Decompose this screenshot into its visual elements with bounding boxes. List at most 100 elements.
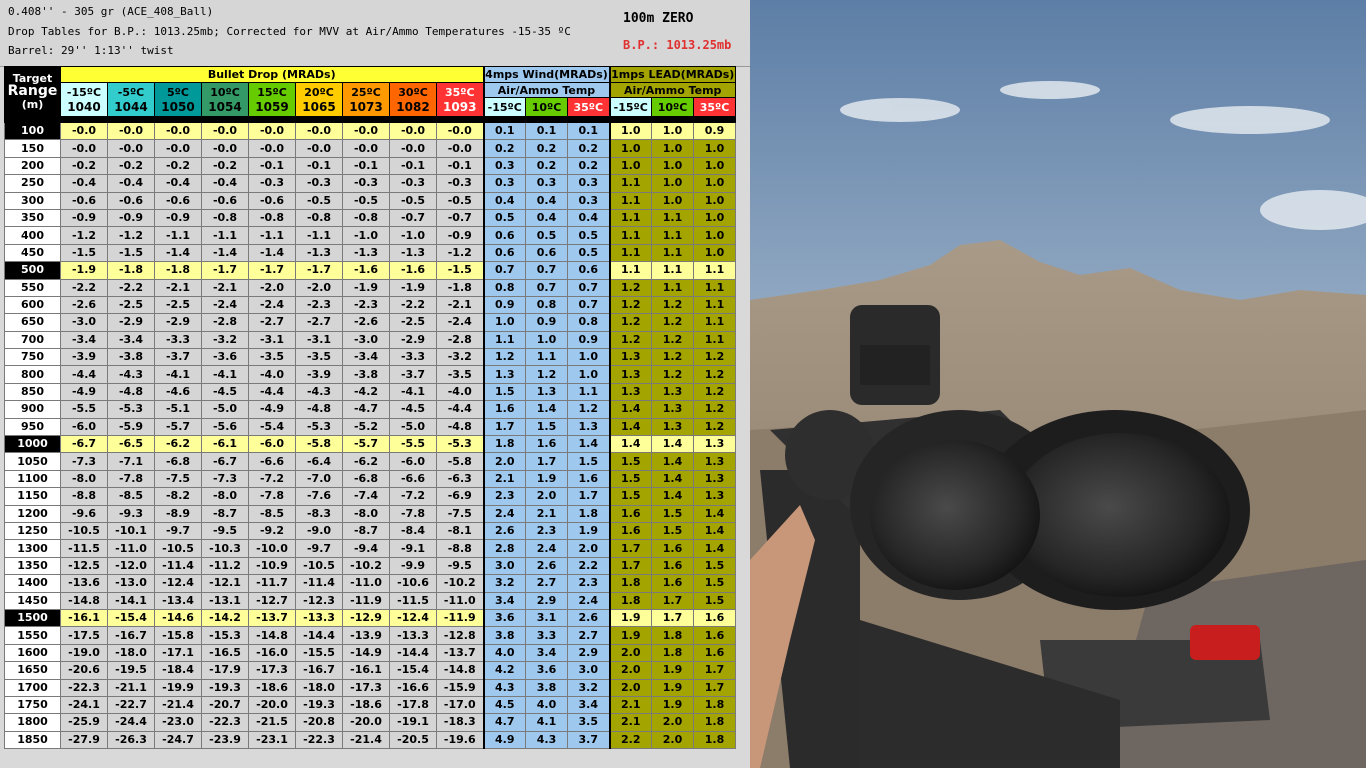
drop-cell: -3.2 <box>436 348 484 367</box>
lead-cell: 1.2 <box>608 295 652 315</box>
drop-cell: -1.0 <box>389 226 437 245</box>
wind-cell: 0.5 <box>567 243 610 263</box>
drop-cell: -0.9 <box>60 208 108 228</box>
drop-cell: -0.0 <box>201 121 249 141</box>
drop-cell: -1.9 <box>389 278 437 297</box>
drop-cell: -2.2 <box>389 295 437 315</box>
drop-cell: -13.7 <box>436 643 484 663</box>
drop-temp-label: 35ºC <box>444 85 475 99</box>
drop-cell: -8.0 <box>60 469 108 489</box>
range-cell: 750 <box>4 348 61 367</box>
drop-temp-header: 15ºC 1059 <box>248 82 296 117</box>
drop-cell: -16.5 <box>201 643 249 663</box>
range-cell: 100 <box>4 121 61 141</box>
drop-cell: -18.0 <box>107 643 155 663</box>
drop-cell: -10.6 <box>389 574 437 593</box>
muzzle-velocity-label: 1073 <box>349 99 383 114</box>
lead-cell: 1.2 <box>693 348 736 367</box>
drop-cell: -11.9 <box>436 608 484 628</box>
wind-cell: 0.7 <box>567 278 610 297</box>
lead-cell: 1.5 <box>693 591 736 610</box>
lead-cell: 1.0 <box>651 121 694 141</box>
drop-cell: -1.3 <box>389 243 437 263</box>
wind-cell: 2.3 <box>482 487 526 506</box>
range-cell: 600 <box>4 295 61 315</box>
drop-cell: -6.8 <box>154 452 202 471</box>
table-row: 950 -6.0 -5.9 -5.7 -5.6 -5.4 -5.3 -5.2 -5.0 -4.8 1… <box>4 417 736 437</box>
lead-cell: 2.0 <box>608 678 652 697</box>
drop-cell: -4.6 <box>154 382 202 402</box>
drop-cell: -17.5 <box>60 626 108 645</box>
wind-cell: 3.3 <box>525 626 568 645</box>
lead-cell: 0.9 <box>693 121 736 141</box>
wind-cell: 0.8 <box>525 295 568 315</box>
wind-cell: 3.2 <box>482 574 526 593</box>
wind-cell: 2.7 <box>567 626 610 645</box>
drop-cell: -21.5 <box>248 713 296 732</box>
lead-cell: 1.1 <box>608 261 652 280</box>
wind-cell: 1.2 <box>567 400 610 419</box>
drop-cell: -6.3 <box>436 469 484 489</box>
lead-cell: 1.7 <box>651 608 694 628</box>
wind-cell: 4.3 <box>482 678 526 697</box>
lead-cell: 1.0 <box>693 156 736 176</box>
drop-cell: -1.2 <box>436 243 484 263</box>
barometric-pressure: B.P.: 1013.25mb <box>623 38 732 52</box>
lead-cell: 1.4 <box>651 469 694 489</box>
drop-cell: -9.6 <box>60 504 108 523</box>
wind-cell: 3.4 <box>567 695 610 715</box>
range-cell: 1650 <box>4 661 61 680</box>
range-cell: 250 <box>4 174 61 193</box>
wind-cell: 3.8 <box>482 626 526 645</box>
table-row: 1700 -22.3 -21.1 -19.9 -19.3 -18.6 -18.0 -17.3-… <box>4 678 736 697</box>
drop-cell: -6.9 <box>436 487 484 506</box>
lead-cell: 1.4 <box>651 487 694 506</box>
lead-cell: 1.0 <box>693 174 736 193</box>
drop-cell: -4.4 <box>60 365 108 384</box>
drop-cell: -2.1 <box>154 278 202 297</box>
drop-cell: -1.9 <box>60 261 108 280</box>
barrel-info: Barrel: 29'' 1:13'' twist <box>8 44 174 57</box>
drop-cell: -0.5 <box>342 191 390 210</box>
drop-cell: -10.5 <box>60 521 108 541</box>
drop-cell: -4.1 <box>389 382 437 402</box>
wind-cell: 3.6 <box>525 661 568 680</box>
drop-cell: -9.3 <box>107 504 155 523</box>
drop-cell: -0.1 <box>248 156 296 176</box>
drop-cell: -1.6 <box>342 261 390 280</box>
range-cell: 1600 <box>4 643 61 663</box>
drop-cell: -0.6 <box>154 191 202 210</box>
lead-cell: 1.1 <box>651 208 694 228</box>
drop-cell: -10.5 <box>295 556 343 576</box>
drop-cell: -1.4 <box>154 243 202 263</box>
drop-cell: -2.1 <box>201 278 249 297</box>
table-row: 600 -2.6 -2.5 -2.5 -2.4 -2.4 -2.3 -2.3 -2.2 -2.1 0… <box>4 295 736 315</box>
lead-cell: 1.7 <box>651 591 694 610</box>
lead-cell: 1.5 <box>608 487 652 506</box>
drop-cell: -4.8 <box>436 417 484 437</box>
drop-cell: -12.8 <box>436 626 484 645</box>
lead-cell: 1.6 <box>608 504 652 523</box>
drop-cell: -2.7 <box>295 313 343 332</box>
lead-cell: 1.2 <box>693 382 736 402</box>
drop-cell: -23.0 <box>154 713 202 732</box>
drop-cell: -14.9 <box>342 643 390 663</box>
drop-cell: -1.7 <box>295 261 343 280</box>
wind-cell: 2.0 <box>567 539 610 558</box>
drop-cell: -0.2 <box>201 156 249 176</box>
range-cell: 1100 <box>4 469 61 489</box>
table-row: 1000 -6.7 -6.5 -6.2 -6.1 -6.0 -5.8 -5.7 -5.5 -5.3… <box>4 435 736 454</box>
drop-cell: -9.7 <box>295 539 343 558</box>
lead-cell: 1.3 <box>651 417 694 437</box>
range-cell: 1050 <box>4 452 61 471</box>
drop-temp-header: 25ºC 1073 <box>342 82 390 117</box>
drop-cell: -13.0 <box>107 574 155 593</box>
lead-cell: 1.1 <box>608 208 652 228</box>
range-cell: 450 <box>4 243 61 263</box>
drop-cell: -20.0 <box>248 695 296 715</box>
lead-cell: 1.7 <box>693 678 736 697</box>
wind-cell: 1.1 <box>482 330 526 350</box>
drop-cell: -10.9 <box>248 556 296 576</box>
drop-cell: -0.0 <box>154 121 202 141</box>
drop-cell: -3.6 <box>201 348 249 367</box>
